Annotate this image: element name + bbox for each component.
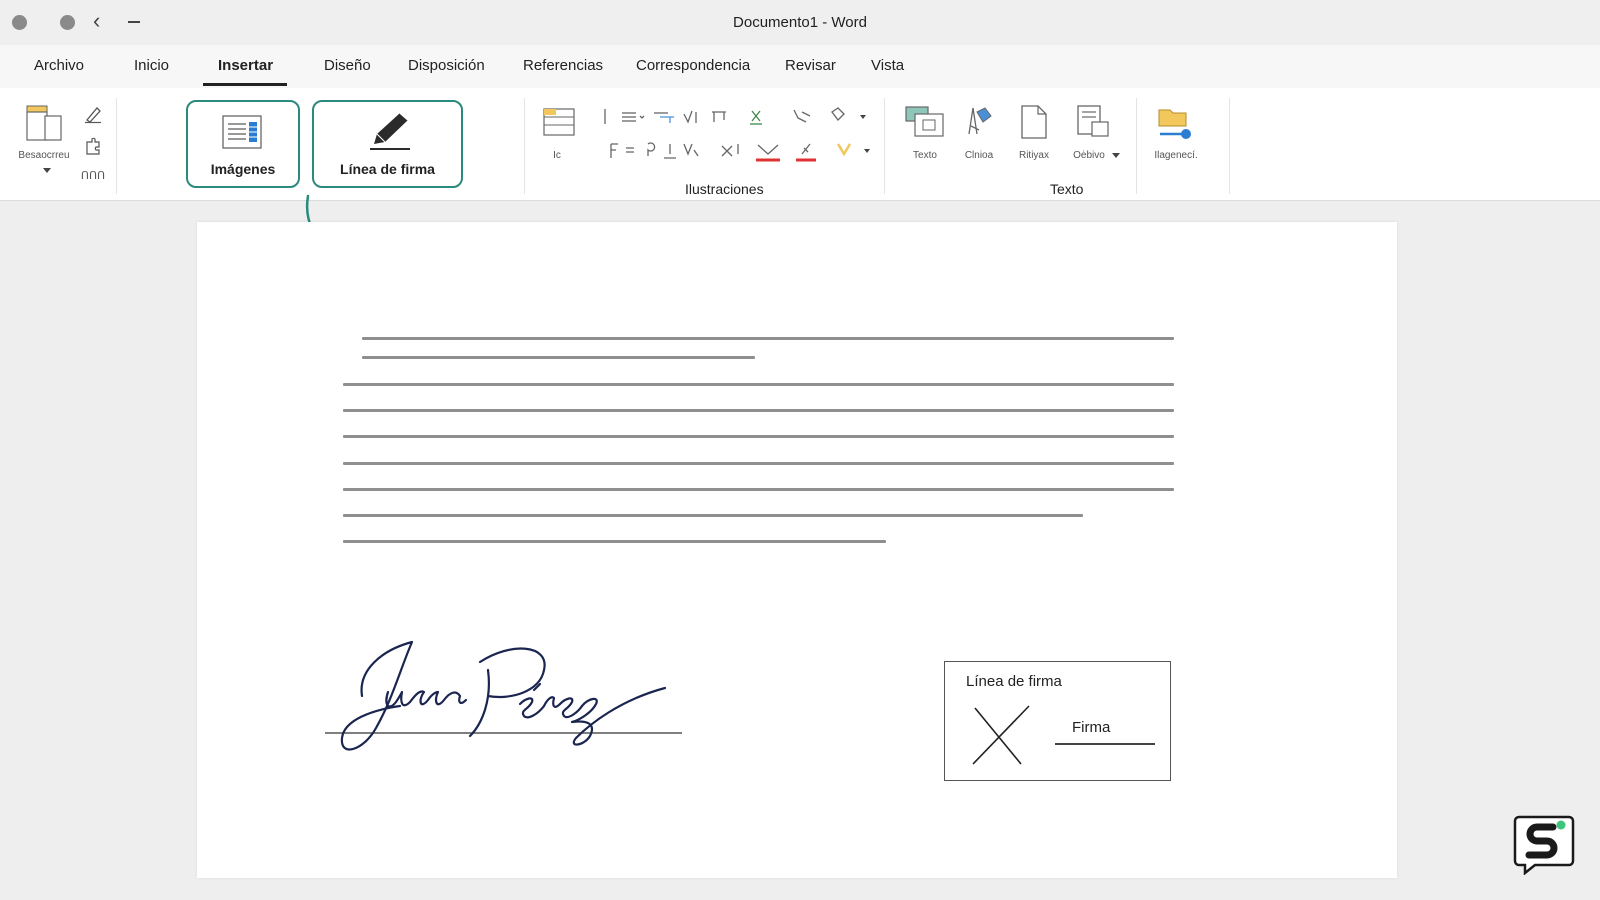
object-label: Oėbivo [1073,150,1105,161]
images-button-label: Imágenes [210,161,276,177]
signature-placeholder: Firma [1072,719,1111,736]
images-icon [222,115,262,149]
text-line [343,462,1174,465]
chevron-down-icon[interactable] [1111,152,1121,159]
illustrations-row-2-icons[interactable] [608,140,878,164]
tab-disposicion[interactable]: Disposición [408,57,485,74]
media-label: Ilagenecí. [1154,150,1198,161]
pen-small-icon[interactable] [83,104,103,124]
signature-line-button-label: Línea de firma [340,161,435,177]
illustrations-row-1-icons[interactable] [602,106,872,128]
puzzle-icon[interactable] [83,136,103,156]
quick-parts-label: Clnioa [964,150,994,161]
text-box-label: Texto [913,150,937,161]
signature-line-button[interactable]: Línea de firma [312,100,463,188]
text-line [343,409,1174,412]
tab-revisar[interactable]: Revisar [785,57,836,74]
media-icon[interactable] [1156,104,1196,142]
tab-inicio[interactable]: Inicio [134,57,169,74]
images-button[interactable]: Imágenes [186,100,300,188]
ribbon-separator [884,98,885,194]
text-line [362,337,1174,340]
tab-archivo[interactable]: Archivo [34,57,84,74]
wordart-label: Ritiyax [1018,150,1049,161]
text-line [343,514,1083,517]
text-line [362,356,755,359]
text-line [343,488,1174,491]
text-line [343,540,886,543]
tab-diseno[interactable]: Diseño [324,57,371,74]
pages-icon[interactable] [25,102,65,144]
signature-line-box[interactable]: Línea de firma Firma [944,661,1171,781]
signature-box-title: Línea de firma [966,673,1062,690]
table-label: Ic [553,150,561,161]
pages-label: Besaocrreu [18,150,70,161]
small-toolbar-label[interactable]: ՈՈՈ [80,169,106,182]
ribbon-tab-bar: Archivo Inicio Insertar Diseño Disposici… [0,45,1600,88]
illustrations-group-label: Ilustraciones [685,181,764,197]
ribbon-separator [116,98,117,194]
text-line [343,383,1174,386]
ribbon-separator [1136,98,1137,194]
text-box-icon[interactable] [903,104,947,140]
title-bar: ‹ Documento1 - Word [0,0,1600,45]
document-page[interactable] [197,222,1397,878]
quick-parts-icon[interactable] [963,104,995,140]
chevron-down-icon[interactable] [42,167,52,174]
active-tab-indicator [203,83,287,86]
app-logo-icon [1513,815,1575,875]
pen-icon [370,112,410,150]
tab-vista[interactable]: Vista [871,57,904,74]
window-title: Documento1 - Word [733,14,867,31]
text-group-label: Texto [1050,181,1084,197]
signature-underline [1055,743,1155,745]
handwritten-signature [325,640,682,751]
tab-correspondencia[interactable]: Correspondencia [636,57,750,74]
tab-insertar[interactable]: Insertar [218,57,273,74]
signature-x-mark [972,705,1030,765]
object-icon[interactable] [1075,104,1111,140]
table-icon[interactable] [542,105,576,139]
text-line [343,435,1174,438]
ribbon-separator [1229,98,1230,194]
wordart-icon[interactable] [1018,104,1050,140]
tab-referencias[interactable]: Referencias [523,57,603,74]
ribbon-separator [524,98,525,194]
